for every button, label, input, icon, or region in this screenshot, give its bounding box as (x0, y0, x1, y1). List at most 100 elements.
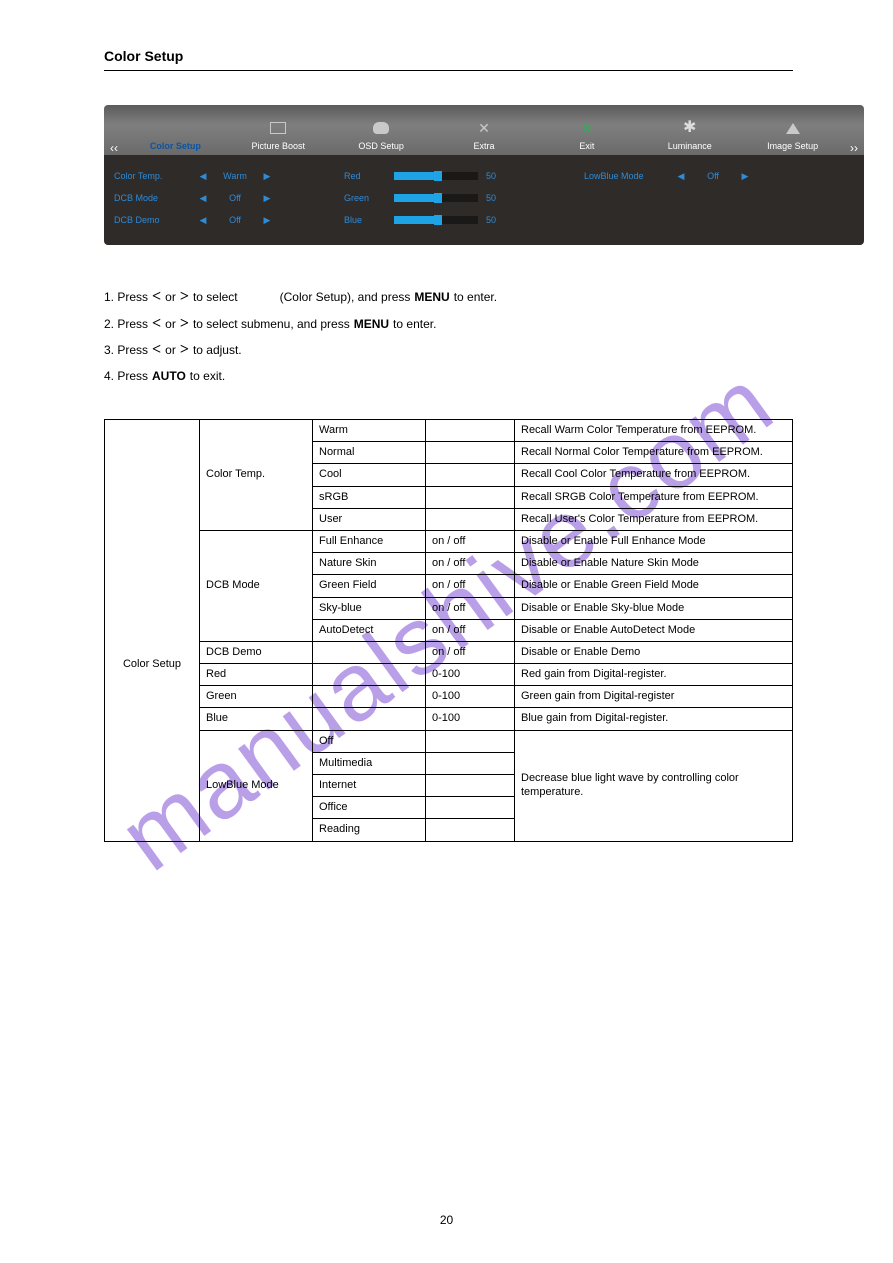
cell (313, 708, 426, 730)
lowblue-value: Off (688, 171, 738, 181)
cell: Nature Skin (313, 553, 426, 575)
extra-icon: ✕ (474, 118, 494, 138)
cell: Normal (313, 442, 426, 464)
cell: Disable or Enable Nature Skin Mode (515, 553, 793, 575)
group-red: Red (200, 664, 313, 686)
cell: Sky-blue (313, 597, 426, 619)
osd-tab-label: Color Setup (150, 141, 201, 151)
row-label: Color Temp. (114, 171, 196, 181)
cell: Blue gain from Digital-register. (515, 708, 793, 730)
cell: Recall Normal Color Temperature from EEP… (515, 442, 793, 464)
osd-tab-color-setup: Color Setup (124, 118, 227, 155)
osd-tab-label: Extra (474, 141, 495, 151)
instruction-step-1: 1. Press < or > to select (Color Setup),… (104, 283, 793, 311)
arrow-right-icon: ▶ (738, 171, 752, 182)
cell: on / off (426, 575, 515, 597)
cell: Disable or Enable Green Field Mode (515, 575, 793, 597)
group-color-temp: Color Temp. (200, 420, 313, 531)
category-caption: Color Setup (123, 658, 181, 671)
arrow-left-icon: ◀ (196, 193, 210, 204)
osd-tabs-scroll-right-icon: ›› (844, 141, 864, 155)
auto-keyword: AUTO (152, 363, 186, 389)
cell: sRGB (313, 486, 426, 508)
osd-tab-picture-boost: Picture Boost (227, 118, 330, 155)
cell: Multimedia (313, 752, 426, 774)
instruction-step-2: 2. Press < or > to select submenu, and p… (104, 311, 793, 337)
instruction-step-4: 4. Press AUTO to exit. (104, 363, 793, 389)
greater-than-icon: > (176, 337, 193, 363)
osd-tab-label: Image Setup (767, 141, 818, 151)
osd-row-dcb-demo: DCB Demo ◀ Off ▶ Blue 50 (114, 209, 854, 231)
cell: Decrease blue light wave by controlling … (515, 730, 793, 841)
category-cell: Color Setup (111, 590, 193, 671)
row-value: Off (210, 193, 260, 203)
cell: 0-100 (426, 708, 515, 730)
cell (426, 775, 515, 797)
group-dcb-mode: DCB Mode (200, 530, 313, 641)
cell (426, 819, 515, 841)
cell: Recall Warm Color Temperature from EEPRO… (515, 420, 793, 442)
slider-blue: 50 (394, 215, 554, 225)
row-value: Off (210, 215, 260, 225)
cell: Reading (313, 819, 426, 841)
cell (426, 797, 515, 819)
cell: on / off (426, 597, 515, 619)
arrow-right-icon: ▶ (260, 215, 274, 226)
osd-tab-label: Exit (579, 141, 594, 151)
cell: AutoDetect (313, 619, 426, 641)
heading-rule (104, 70, 793, 71)
exit-icon: ✕ (577, 118, 597, 138)
less-than-icon: < (148, 337, 165, 363)
cell (426, 752, 515, 774)
step-text: to select (193, 284, 238, 310)
cell: on / off (426, 553, 515, 575)
slider-value: 50 (486, 215, 496, 225)
cell: Recall SRGB Color Temperature from EEPRO… (515, 486, 793, 508)
osd-tab-exit: ✕ Exit (535, 118, 638, 155)
menu-keyword: MENU (354, 311, 389, 337)
step-text: 4. Press (104, 363, 148, 389)
osd-tab-label: Picture Boost (252, 141, 306, 151)
cell: Warm (313, 420, 426, 442)
image-setup-icon (783, 118, 803, 138)
rgb-label-red: Red (344, 171, 394, 181)
table-row: DCB Mode Full Enhance on / off Disable o… (105, 530, 793, 552)
cell: Disable or Enable Sky-blue Mode (515, 597, 793, 619)
page-number: 20 (440, 1213, 453, 1227)
step-text: to exit. (190, 363, 225, 389)
arrow-left-icon: ◀ (196, 215, 210, 226)
cell: on / off (426, 619, 515, 641)
group-green: Green (200, 686, 313, 708)
osd-row-color-temp: Color Temp. ◀ Warm ▶ Red 50 LowBlue Mode… (114, 165, 854, 187)
slider-value: 50 (486, 193, 496, 203)
cell: Office (313, 797, 426, 819)
step-text: or (165, 284, 176, 310)
cell (313, 686, 426, 708)
greater-than-icon: > (176, 311, 193, 337)
lowblue-label: LowBlue Mode (584, 171, 674, 181)
luminance-icon: ✱ (680, 118, 700, 138)
slider-red: 50 (394, 171, 554, 181)
row-label: DCB Mode (114, 193, 196, 203)
step-text: 3. Press (104, 337, 148, 363)
arrow-right-icon: ▶ (260, 193, 274, 204)
group-dcb-demo: DCB Demo (200, 641, 313, 663)
rgb-label-green: Green (344, 193, 394, 203)
osd-tab-osd-setup: OSD Setup (330, 118, 433, 155)
step-text: to adjust. (193, 337, 242, 363)
cell (313, 641, 426, 663)
cell (426, 420, 515, 442)
group-blue: Blue (200, 708, 313, 730)
table-row: Red 0-100 Red gain from Digital-register… (105, 664, 793, 686)
slider-value: 50 (486, 171, 496, 181)
step-text: to enter. (393, 311, 436, 337)
step-text: (Color Setup), and press (280, 284, 411, 310)
arrow-right-icon: ▶ (260, 171, 274, 182)
cell (313, 664, 426, 686)
cell: Recall User's Color Temperature from EEP… (515, 508, 793, 530)
less-than-icon: < (148, 284, 165, 310)
step-text: or (165, 337, 176, 363)
osd-tab-luminance: ✱ Luminance (638, 118, 741, 155)
cell: User (313, 508, 426, 530)
instructions: 1. Press < or > to select (Color Setup),… (104, 283, 793, 389)
